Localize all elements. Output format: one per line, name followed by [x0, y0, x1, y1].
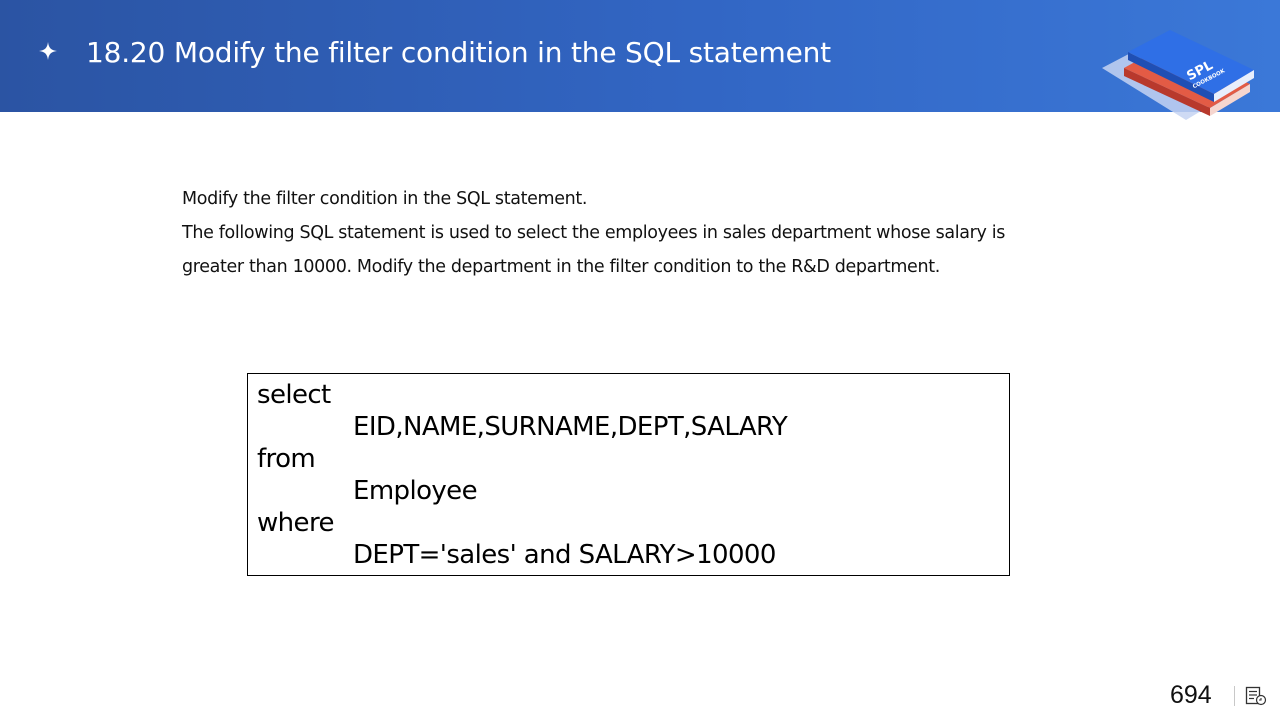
- four-point-star-icon: [39, 42, 57, 60]
- description-text: Modify the filter condition in the SQL s…: [182, 182, 1082, 284]
- sql-keyword-from: from: [257, 444, 316, 474]
- description-line: The following SQL statement is used to s…: [182, 223, 1006, 243]
- notes-icon[interactable]: [1245, 686, 1267, 706]
- description-line: Modify the filter condition in the SQL s…: [182, 189, 588, 209]
- sql-table-name: Employee: [353, 476, 478, 506]
- sql-filter-condition: DEPT='sales' and SALARY>10000: [353, 540, 776, 570]
- footer-divider: [1234, 686, 1235, 706]
- sql-keyword-where: where: [257, 508, 334, 538]
- header-bar: 18.20 Modify the filter condition in the…: [0, 0, 1280, 120]
- sql-code-box: select EID,NAME,SURNAME,DEPT,SALARY from…: [247, 373, 1010, 576]
- page-number: 694: [1170, 681, 1212, 709]
- description-line: greater than 10000. Modify the departmen…: [182, 257, 940, 277]
- spl-cookbook-logo-icon: SPL COOKBOOK: [1102, 30, 1254, 120]
- slide-title: 18.20 Modify the filter condition in the…: [86, 36, 831, 69]
- slide: 18.20 Modify the filter condition in the…: [0, 0, 1280, 720]
- sql-select-columns: EID,NAME,SURNAME,DEPT,SALARY: [353, 412, 788, 442]
- sql-keyword-select: select: [257, 380, 331, 410]
